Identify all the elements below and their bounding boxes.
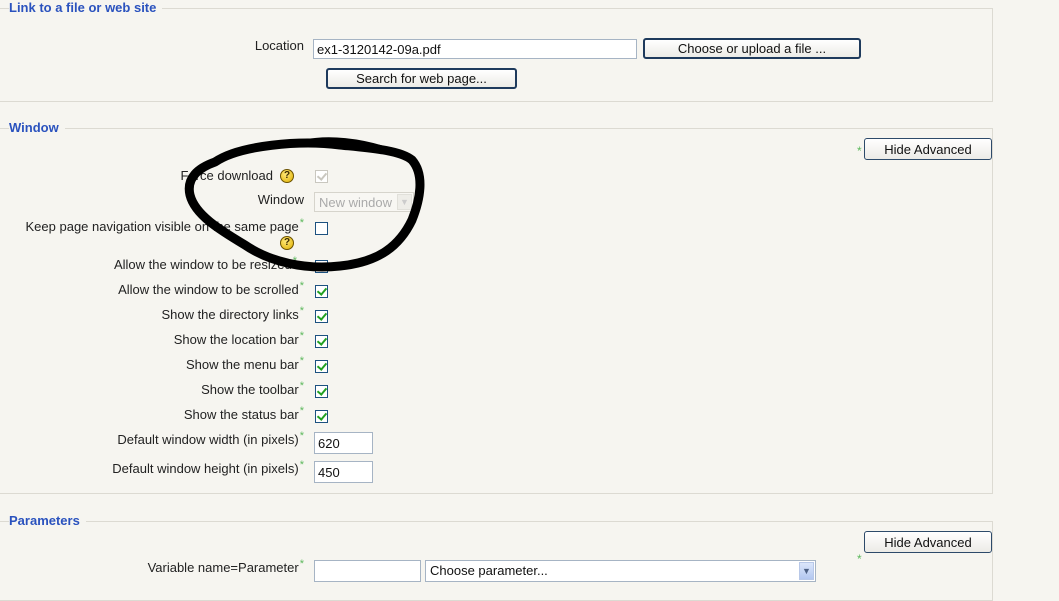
variable-label: Variable name=Parameter* xyxy=(147,558,304,575)
force-download-checkbox[interactable] xyxy=(315,170,328,183)
parameter-select[interactable]: Choose parameter... ▼ xyxy=(425,560,816,582)
hide-advanced-button[interactable]: Hide Advanced xyxy=(864,138,992,160)
option-label: Show the toolbar* xyxy=(201,380,304,397)
required-star: * xyxy=(299,380,304,392)
choose-upload-button[interactable]: Choose or upload a file ... xyxy=(643,38,861,59)
option-label-text: Show the toolbar xyxy=(201,382,299,397)
option-label-text: Allow the window to be resized xyxy=(113,257,292,272)
parameters-legend: Parameters xyxy=(9,513,86,528)
chevron-down-icon: ▼ xyxy=(397,194,412,210)
required-star: * xyxy=(299,355,304,367)
width-label-text: Default window width (in pixels) xyxy=(117,432,299,447)
required-star: * xyxy=(299,217,304,229)
height-label-text: Default window height (in pixels) xyxy=(112,461,299,476)
location-label: Location xyxy=(254,38,304,53)
option-label: Allow the window to be resized* xyxy=(113,255,297,272)
link-legend: Link to a file or web site xyxy=(9,0,163,15)
option-label-text: Show the directory links xyxy=(161,307,299,322)
advanced-marker: * xyxy=(857,144,862,158)
required-star: * xyxy=(299,405,304,417)
required-star: * xyxy=(299,305,304,317)
variable-label-text: Variable name=Parameter xyxy=(147,560,299,575)
keep-nav-checkbox[interactable] xyxy=(315,222,328,235)
search-web-page-button[interactable]: Search for web page... xyxy=(326,68,517,89)
allow-scroll-checkbox[interactable] xyxy=(315,285,328,298)
option-label-text: Allow the window to be scrolled xyxy=(118,282,299,297)
variable-name-input[interactable] xyxy=(314,560,421,582)
help-icon[interactable]: ? xyxy=(280,236,294,250)
height-label: Default window height (in pixels)* xyxy=(112,459,304,476)
required-star: * xyxy=(299,558,304,570)
hide-advanced-button[interactable]: Hide Advanced xyxy=(864,531,992,553)
option-label: Show the status bar* xyxy=(183,405,304,422)
menu-bar-checkbox[interactable] xyxy=(315,360,328,373)
option-label: Show the directory links* xyxy=(161,305,304,322)
required-star: * xyxy=(299,459,304,471)
window-legend: Window xyxy=(9,120,65,135)
window-label: Window xyxy=(257,192,304,207)
advanced-marker: * xyxy=(857,552,862,566)
window-width-input[interactable] xyxy=(314,432,373,454)
location-input[interactable] xyxy=(313,39,637,59)
status-bar-checkbox[interactable] xyxy=(315,410,328,423)
window-select-value: New window xyxy=(319,195,392,210)
option-label-text: Show the location bar xyxy=(173,332,299,347)
force-download-label: Force download xyxy=(180,168,274,183)
window-select[interactable]: New window ▼ xyxy=(314,192,414,212)
required-star: * xyxy=(299,430,304,442)
required-star: * xyxy=(292,255,297,267)
required-star: * xyxy=(299,330,304,342)
option-label: Show the location bar* xyxy=(173,330,304,347)
directory-links-checkbox[interactable] xyxy=(315,310,328,323)
option-label: Show the menu bar* xyxy=(185,355,304,372)
location-bar-checkbox[interactable] xyxy=(315,335,328,348)
toolbar-checkbox[interactable] xyxy=(315,385,328,398)
parameter-select-value: Choose parameter... xyxy=(430,563,548,578)
allow-resize-checkbox[interactable] xyxy=(315,260,328,273)
width-label: Default window width (in pixels)* xyxy=(117,430,304,447)
option-label-text: Show the menu bar xyxy=(185,357,299,372)
keep-nav-label: Keep page navigation visible on the same… xyxy=(25,217,304,234)
option-label: Allow the window to be scrolled* xyxy=(118,280,304,297)
window-height-input[interactable] xyxy=(314,461,373,483)
required-star: * xyxy=(299,280,304,292)
keep-nav-label-text: Keep page navigation visible on the same… xyxy=(25,219,299,234)
help-icon[interactable]: ? xyxy=(280,169,294,183)
option-label-text: Show the status bar xyxy=(183,407,299,422)
chevron-down-icon: ▼ xyxy=(799,562,814,580)
